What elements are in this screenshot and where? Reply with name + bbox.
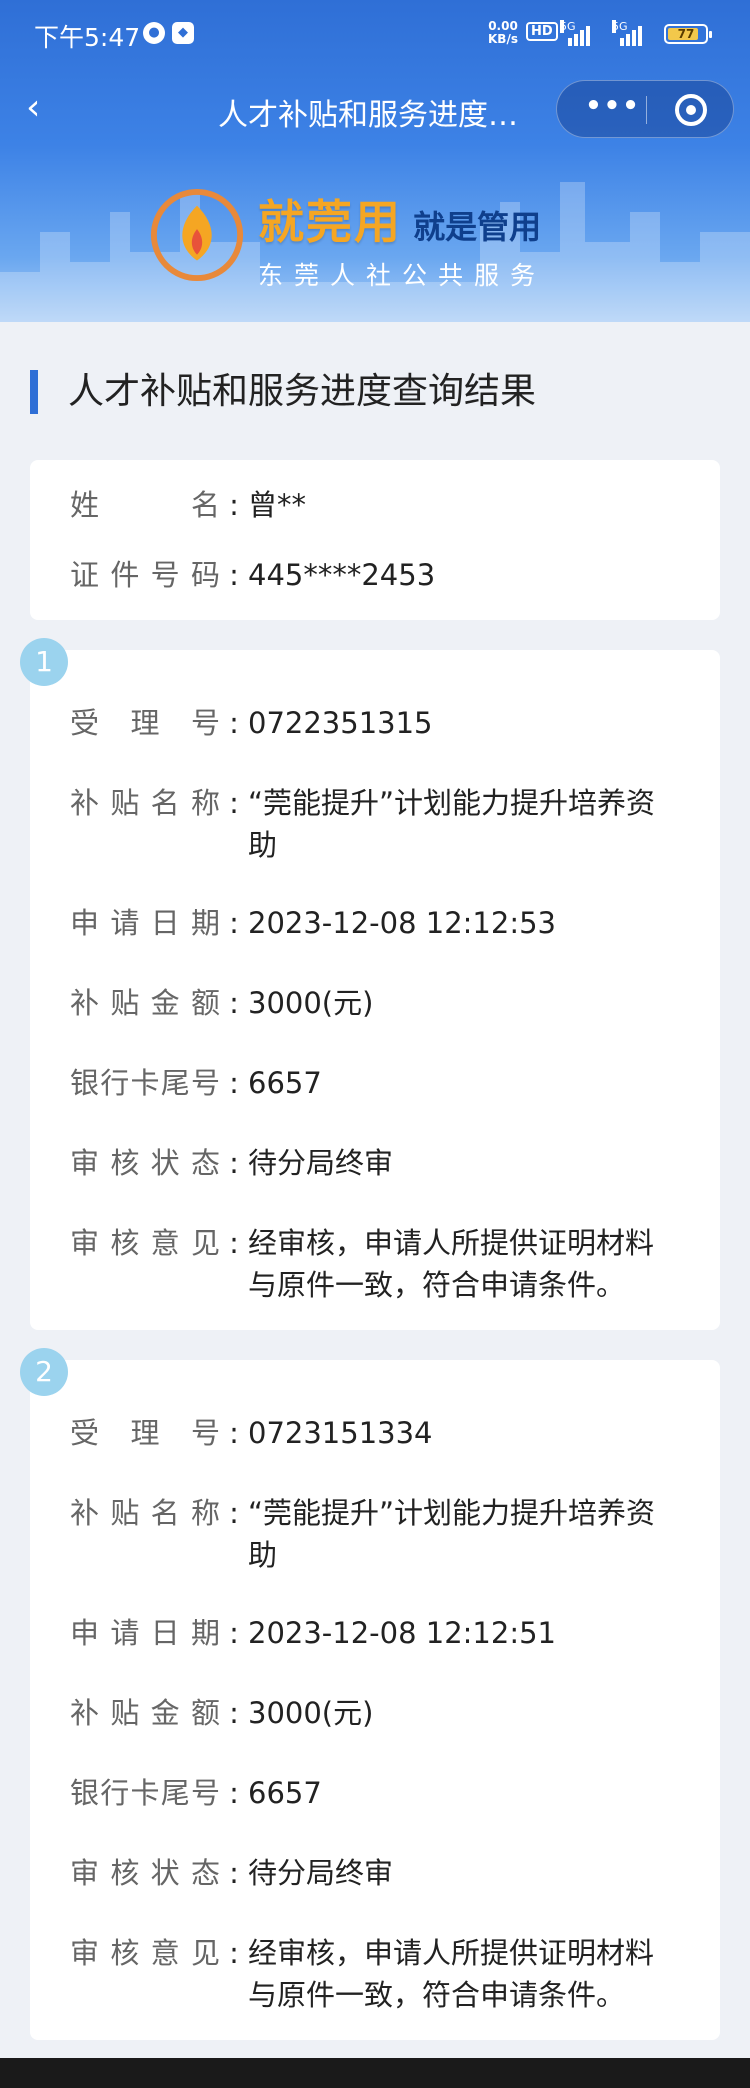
field-value: “莞能提升”计划能力提升培养资助	[248, 786, 656, 862]
field-label: 补贴名称	[70, 786, 220, 820]
field-value: 0723151334	[248, 1416, 433, 1450]
field-value: 2023-12-08 12:12:51	[248, 1616, 556, 1650]
record-index-badge: 1	[20, 638, 68, 686]
record-card: 受理号 : 0722351315 补贴名称 : “莞能提升”计划能力提升培养资助…	[30, 650, 720, 1330]
field-label: 补贴名称	[70, 1496, 220, 1530]
field-value: 3000(元)	[248, 1696, 374, 1730]
bottom-bar	[0, 2058, 750, 2088]
record-row: 审核状态 : 待分局终审	[70, 1142, 710, 1184]
brand-name: 就莞用	[258, 195, 402, 249]
app-header: 下午5:47 ● ◆ 0.00 KB/s HD 5G 5G 77 ‹ 人才补贴和…	[0, 0, 750, 322]
field-value: 6657	[248, 1066, 322, 1100]
page-title: 人才补贴和服务进度…	[218, 98, 518, 133]
navigation-bar: ‹ 人才补贴和服务进度… •••	[0, 68, 750, 150]
record-row: 补贴金额 : 3000(元)	[70, 982, 710, 1024]
battery-icon: 77	[664, 24, 712, 44]
field-value: 曾**	[248, 488, 307, 522]
wechat-icon: ●	[143, 22, 165, 44]
field-label: 受理号	[70, 706, 220, 740]
field-value: 0722351315	[248, 706, 433, 740]
record-row: 申请日期 : 2023-12-08 12:12:51	[70, 1612, 710, 1654]
more-button[interactable]: •••	[583, 93, 643, 123]
info-row: 姓名 : 曾**	[70, 484, 710, 526]
capsule-divider	[646, 96, 647, 124]
field-value: 2023-12-08 12:12:53	[248, 906, 556, 940]
field-label: 审核意见	[70, 1936, 220, 1970]
status-bar: 下午5:47 ● ◆ 0.00 KB/s HD 5G 5G 77	[0, 0, 750, 68]
record-row: 银行卡尾号 : 6657	[70, 1062, 710, 1104]
field-label: 银行卡尾号	[70, 1776, 220, 1810]
field-value: 待分局终审	[248, 1856, 394, 1890]
record-row: 受理号 : 0722351315	[70, 702, 710, 744]
signal-icon: 5G	[560, 20, 590, 46]
field-label: 受理号	[70, 1416, 220, 1450]
record-card: 受理号 : 0723151334 补贴名称 : “莞能提升”计划能力提升培养资助…	[30, 1360, 720, 2040]
signal-icon: 5G	[612, 20, 642, 46]
field-label: 申请日期	[70, 906, 220, 940]
record-index-badge: 2	[20, 1348, 68, 1396]
brand-subtitle: 东莞人社公共服务	[258, 261, 547, 290]
record-row: 补贴名称 : “莞能提升”计划能力提升培养资助	[70, 1492, 710, 1576]
field-value: 6657	[248, 1776, 322, 1810]
field-label: 补贴金额	[70, 986, 220, 1020]
field-label: 审核意见	[70, 1226, 220, 1260]
person-info-card: 姓名 : 曾** 证件号码 : 445****2453	[30, 460, 720, 620]
record-row: 审核意见 : 经审核，申请人所提供证明材料与原件一致，符合申请条件。	[70, 1222, 710, 1306]
hd-icon: HD	[526, 22, 558, 41]
miniprogram-capsule: •••	[556, 80, 734, 138]
shield-icon: ◆	[172, 22, 194, 44]
status-time: 下午5:47	[34, 23, 141, 52]
field-label: 证件号码	[70, 558, 220, 592]
field-label: 银行卡尾号	[70, 1066, 220, 1100]
brand-slogan: 就是管用	[413, 208, 542, 246]
record-row: 银行卡尾号 : 6657	[70, 1772, 710, 1814]
field-value: 经审核，申请人所提供证明材料与原件一致，符合申请条件。	[248, 1936, 655, 2012]
field-value: 3000(元)	[248, 986, 374, 1020]
close-miniprogram-button[interactable]	[675, 94, 707, 126]
back-button[interactable]: ‹	[26, 88, 66, 128]
network-speed: 0.00 KB/s	[488, 19, 518, 46]
section-title: 人才补贴和服务进度查询结果	[30, 370, 536, 414]
record-row: 补贴金额 : 3000(元)	[70, 1692, 710, 1734]
record-row: 补贴名称 : “莞能提升”计划能力提升培养资助	[70, 782, 710, 866]
record-row: 审核意见 : 经审核，申请人所提供证明材料与原件一致，符合申请条件。	[70, 1932, 710, 2016]
record-row: 申请日期 : 2023-12-08 12:12:53	[70, 902, 710, 944]
record-row: 审核状态 : 待分局终审	[70, 1852, 710, 1894]
brand-text: 就莞用 就是管用 东莞人社公共服务	[258, 186, 546, 292]
field-label: 姓名	[70, 488, 220, 522]
info-row: 证件号码 : 445****2453	[70, 554, 710, 596]
field-label: 审核状态	[70, 1856, 220, 1890]
field-value: “莞能提升”计划能力提升培养资助	[248, 1496, 656, 1572]
brand-logo-icon	[150, 188, 244, 282]
field-label: 审核状态	[70, 1146, 220, 1180]
field-label: 补贴金额	[70, 1696, 220, 1730]
field-label: 申请日期	[70, 1616, 220, 1650]
field-value: 445****2453	[248, 558, 436, 592]
field-value: 经审核，申请人所提供证明材料与原件一致，符合申请条件。	[248, 1226, 655, 1302]
record-row: 受理号 : 0723151334	[70, 1412, 710, 1454]
field-value: 待分局终审	[248, 1146, 394, 1180]
